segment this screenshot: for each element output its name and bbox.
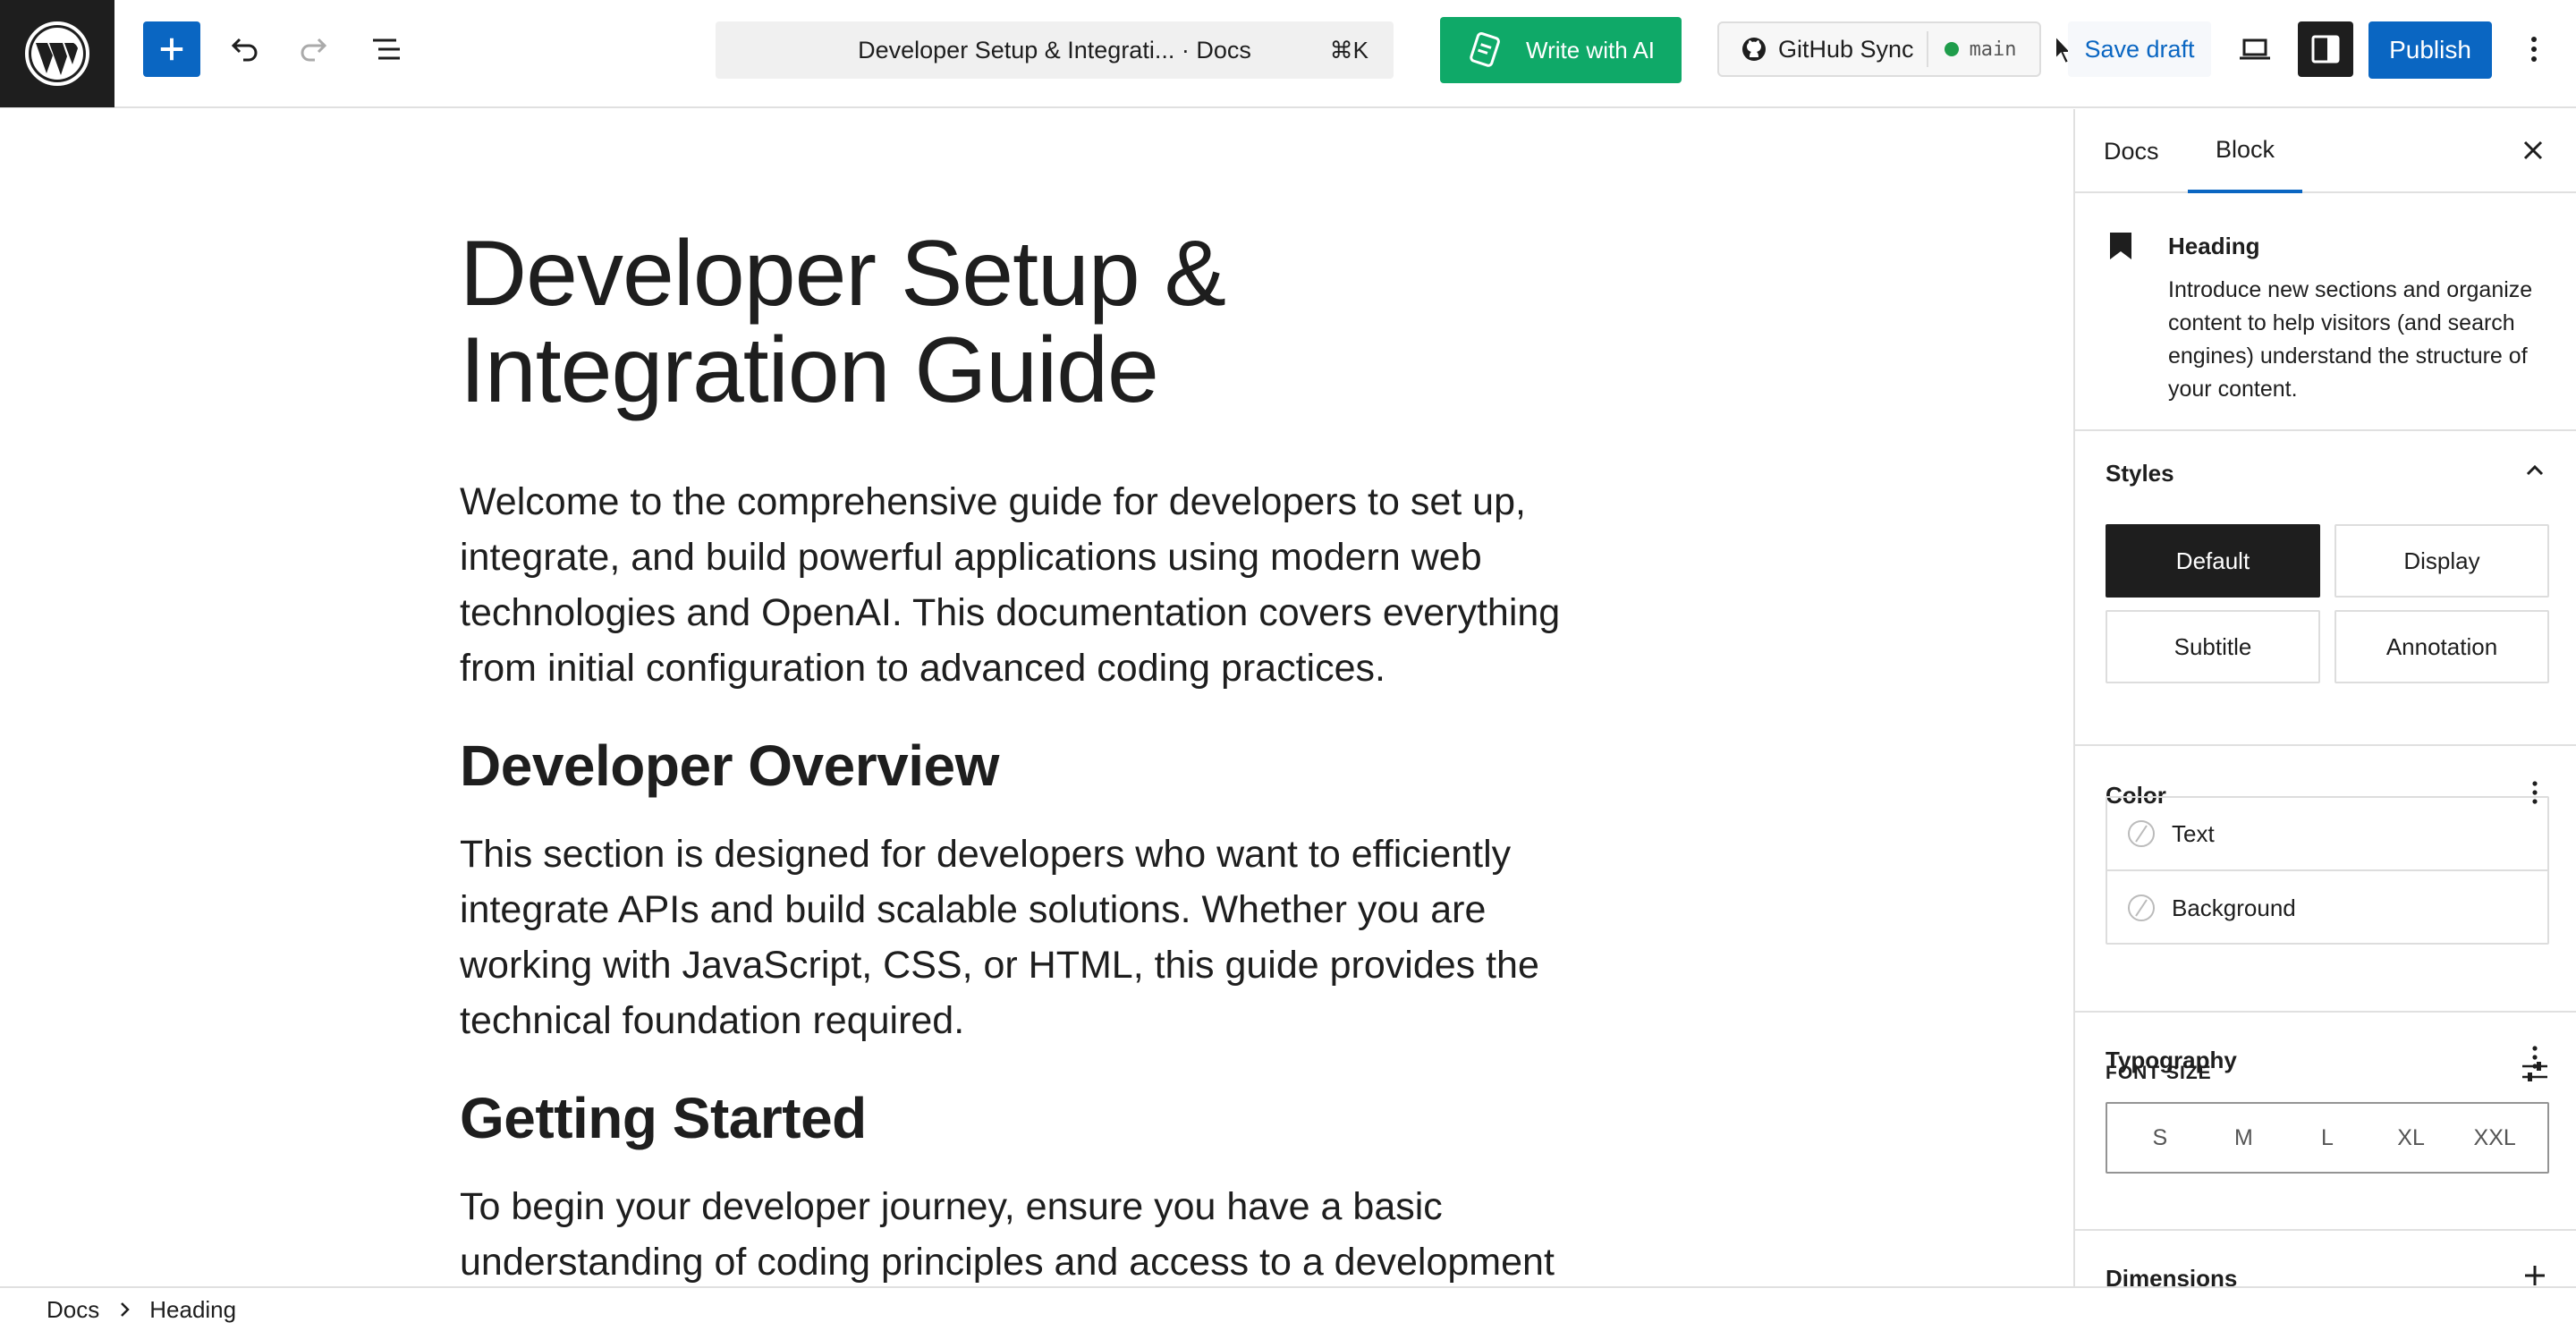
bookmark-icon — [2110, 233, 2131, 259]
undo-icon — [231, 38, 258, 62]
dimensions-panel-title: Dimensions — [2106, 1265, 2238, 1286]
color-background-label: Background — [2172, 894, 2296, 921]
style-display-button[interactable]: Display — [2334, 524, 2549, 598]
more-vertical-icon — [2531, 37, 2537, 62]
post-type: · Docs — [1181, 36, 1251, 64]
document-title: Developer Setup & Integrati... — [858, 36, 1175, 64]
empty-swatch-icon — [2128, 820, 2155, 847]
add-block-button[interactable] — [143, 21, 200, 77]
chevron-right-icon — [121, 1302, 131, 1317]
laptop-icon — [2240, 38, 2270, 60]
paragraph-block[interactable]: Welcome to the comprehensive guide for d… — [460, 474, 1623, 696]
custom-size-settings-icon[interactable] — [2519, 1055, 2551, 1088]
font-size-l[interactable]: L — [2292, 1125, 2363, 1151]
block-name: Heading — [2168, 233, 2260, 259]
post-title[interactable]: Developer Setup & Integration Guide — [460, 225, 1623, 419]
font-size-xl[interactable]: XL — [2376, 1125, 2447, 1151]
write-with-ai-label: Write with AI — [1526, 36, 1656, 64]
command-shortcut: ⌘K — [1329, 36, 1368, 64]
close-icon[interactable] — [2517, 134, 2549, 166]
font-size-xxl[interactable]: XXL — [2459, 1125, 2530, 1151]
style-default-button[interactable]: Default — [2106, 524, 2320, 598]
dimensions-panel: Dimensions — [2075, 1231, 2576, 1286]
undo-button[interactable] — [215, 21, 272, 77]
preview-button[interactable] — [2227, 21, 2283, 77]
style-subtitle-button[interactable]: Subtitle — [2106, 610, 2320, 683]
font-size-label: FONT SIZE — [2106, 1063, 2212, 1083]
tab-docs[interactable]: Docs — [2104, 109, 2159, 193]
ai-pen-icon — [1470, 31, 1500, 67]
github-sync-label: GitHub Sync — [1778, 35, 1914, 63]
plus-icon — [160, 38, 183, 61]
write-with-ai-button[interactable]: Write with AI — [1440, 17, 1682, 83]
redo-button[interactable] — [286, 21, 343, 77]
heading-block-overview[interactable]: Developer Overview — [460, 732, 1623, 800]
editor-header: Developer Setup & Integrati... · Docs ⌘K… — [0, 0, 2576, 108]
settings-toggle-button[interactable] — [2298, 21, 2353, 77]
publish-button[interactable]: Publish — [2368, 21, 2492, 79]
empty-swatch-icon — [2128, 894, 2155, 921]
plus-icon[interactable] — [2521, 1261, 2549, 1286]
list-view-icon — [373, 38, 400, 60]
styles-panel-title[interactable]: Styles — [2106, 460, 2174, 487]
color-text-option[interactable]: Text — [2107, 798, 2547, 871]
post-content: Developer Setup & Integration Guide Welc… — [460, 225, 1623, 1286]
settings-sidebar: Docs Block Heading Introduce new section… — [2073, 109, 2576, 1286]
tab-block[interactable]: Block — [2188, 109, 2302, 193]
branch-name: main — [1969, 38, 2017, 61]
block-card: Heading Introduce new sections and organ… — [2075, 195, 2576, 431]
block-description: Introduce new sections and organize cont… — [2168, 277, 2533, 402]
font-size-s[interactable]: S — [2124, 1125, 2196, 1151]
wordpress-icon — [25, 21, 89, 86]
paragraph-block[interactable]: To begin your developer journey, ensure … — [460, 1179, 1623, 1286]
heading-block-getting-started[interactable]: Getting Started — [460, 1084, 1623, 1152]
style-annotation-button[interactable]: Annotation — [2334, 610, 2549, 683]
font-size-m[interactable]: M — [2207, 1125, 2279, 1151]
sidebar-tabs: Docs Block — [2075, 109, 2576, 193]
branch-status-dot — [1944, 42, 1959, 56]
document-overview-button[interactable] — [358, 21, 415, 77]
color-background-option[interactable]: Background — [2107, 871, 2547, 945]
paragraph-block[interactable]: This section is designed for developers … — [460, 827, 1623, 1048]
github-icon — [1742, 38, 1766, 61]
branch-indicator: main — [1926, 31, 2017, 67]
options-button[interactable] — [2513, 21, 2555, 77]
sidebar-icon — [2311, 35, 2340, 64]
color-text-label: Text — [2172, 819, 2215, 847]
github-sync-button[interactable]: GitHub Sync main — [1717, 21, 2041, 77]
breadcrumb-item-heading[interactable]: Heading — [149, 1296, 236, 1324]
font-size-picker: S M L XL XXL — [2106, 1102, 2549, 1174]
breadcrumb-item-docs[interactable]: Docs — [47, 1296, 99, 1324]
block-breadcrumb: Docs Heading — [0, 1286, 2576, 1331]
wordpress-logo-button[interactable] — [0, 0, 114, 107]
document-title-bar[interactable]: Developer Setup & Integrati... · Docs ⌘K — [716, 21, 1394, 79]
save-draft-button[interactable]: Save draft — [2068, 21, 2211, 77]
redo-icon — [301, 38, 327, 62]
chevron-up-icon[interactable] — [2521, 456, 2549, 485]
color-options: Text Background — [2106, 796, 2549, 945]
editor-canvas[interactable]: Developer Setup & Integration Guide Welc… — [0, 109, 2073, 1286]
